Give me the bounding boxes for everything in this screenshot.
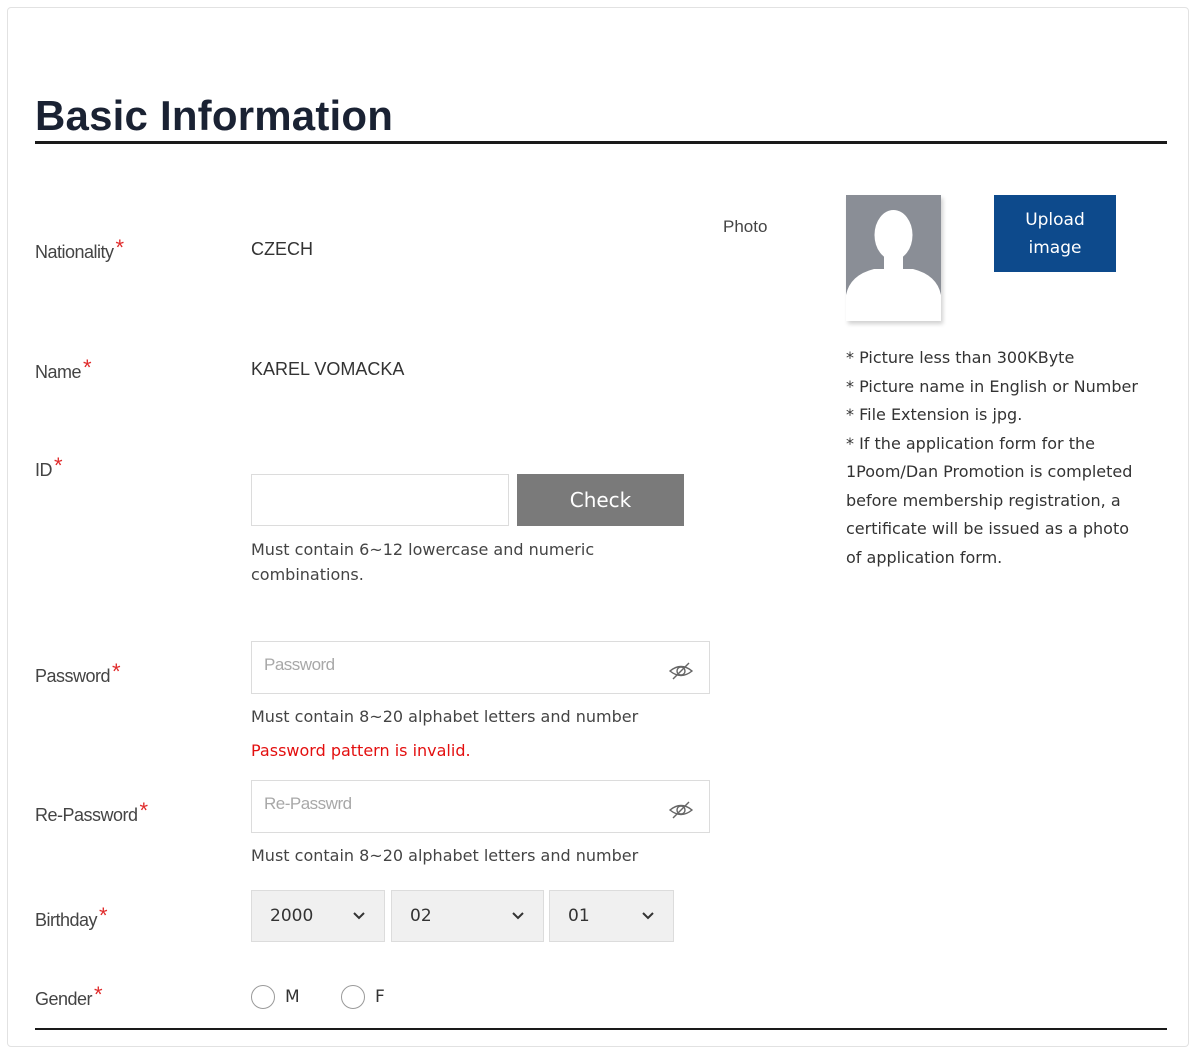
eye-slash-icon[interactable] [668,800,694,820]
check-id-button[interactable]: Check [517,474,684,526]
id-help-text: Must contain 6~12 lowercase and numeric … [251,540,595,584]
avatar-placeholder [846,195,941,321]
photo-note: * File Extension is jpg. [846,405,1023,424]
photo-note: * If the application form for the 1Poom/… [846,433,1133,567]
password-label: Password* [35,659,121,688]
password-input[interactable] [251,641,710,694]
photo-note: * Picture less than 300KByte [846,348,1075,367]
title-divider [35,141,1167,144]
gender-label-text: Gender [35,989,93,1009]
id-label-text: ID [35,460,53,480]
required-mark: * [83,355,92,380]
eye-slash-icon[interactable] [668,661,694,681]
upload-image-button[interactable]: Upload image [994,195,1116,272]
repassword-field [251,780,710,833]
nationality-label: Nationality* [35,235,125,264]
nationality-label-text: Nationality [35,242,114,262]
required-mark: * [139,798,149,823]
chevron-down-icon [642,912,654,920]
id-label: ID* [35,453,63,482]
password-help-text: Must contain 8~20 alphabet letters and n… [251,707,639,726]
name-value: KAREL VOMACKA [251,359,405,379]
photo-label: Photo [723,217,768,236]
repassword-help-text: Must contain 8~20 alphabet letters and n… [251,846,639,865]
birth-day-value: 01 [568,906,590,926]
required-mark: * [112,659,121,684]
birth-year-value: 2000 [270,906,314,926]
required-mark: * [54,453,63,478]
photo-note: * Picture name in English or Number [846,376,1138,396]
birthday-label: Birthday* [35,903,108,932]
birth-month-value: 02 [410,906,432,926]
required-mark: * [115,235,125,260]
repassword-input[interactable] [251,780,710,833]
required-mark: * [99,903,108,928]
repassword-label-text: Re-Password [35,805,138,825]
repassword-label: Re-Password* [35,798,149,827]
required-mark: * [94,982,103,1007]
password-label-text: Password [35,666,111,686]
page-title: Basic Information [35,92,394,139]
id-input[interactable] [251,474,509,526]
gender-radio-m[interactable]: M [251,985,300,1009]
user-silhouette-icon [846,210,941,321]
gender-radio-f[interactable]: F [341,985,385,1009]
gender-label: Gender* [35,982,103,1011]
gender-option-m-label: M [285,987,300,1007]
radio-circle[interactable] [251,985,275,1009]
birth-month-select[interactable]: 02 [391,890,544,942]
photo-requirements-list: * Picture less than 300KByte * Picture n… [846,344,1146,572]
chevron-down-icon [512,912,524,920]
name-label: Name* [35,355,92,384]
password-field [251,641,710,694]
chevron-down-icon [353,912,365,920]
gender-option-f-label: F [375,987,385,1007]
birthday-label-text: Birthday [35,910,98,930]
bottom-divider [35,1028,1167,1030]
nationality-value: CZECH [251,239,313,259]
radio-circle[interactable] [341,985,365,1009]
birth-day-select[interactable]: 01 [549,890,674,942]
password-error-text: Password pattern is invalid. [251,741,471,760]
name-label-text: Name [35,362,82,382]
birth-year-select[interactable]: 2000 [251,890,385,942]
